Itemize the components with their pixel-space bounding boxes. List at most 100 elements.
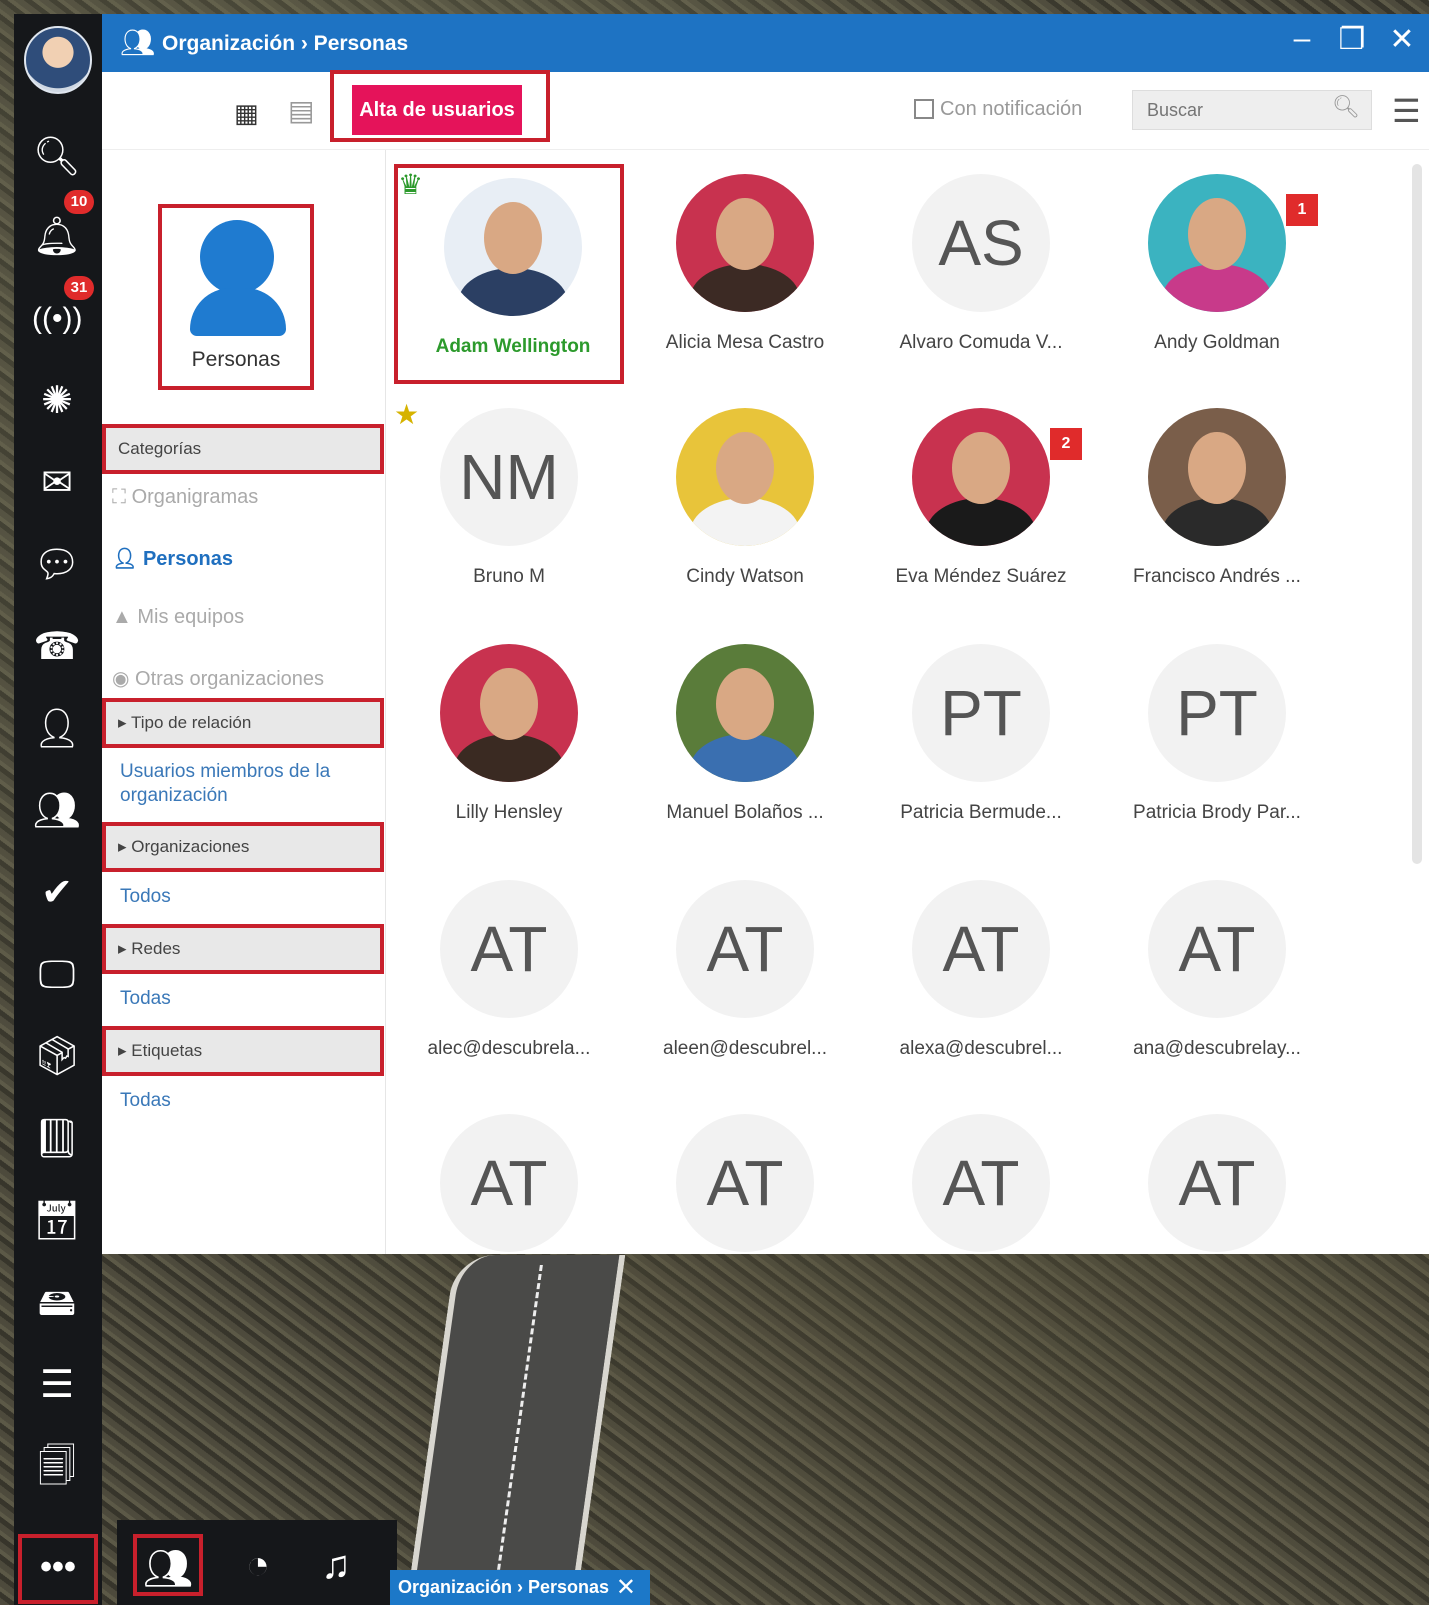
grid-view-icon[interactable]: ▦ <box>234 98 259 129</box>
nav-organigramas[interactable]: ⛶ Organigramas <box>112 486 258 509</box>
maximize-button[interactable]: ❐ <box>1332 22 1372 57</box>
person-card[interactable]: Eva Méndez Suárez 2 <box>866 398 1096 618</box>
person-card[interactable]: AT <box>394 1104 624 1254</box>
personas-window: 👥︎ Organización › Personas – ❐ ✕ ▦ ▤ Alt… <box>102 14 1429 1254</box>
minimize-button[interactable]: – <box>1282 22 1322 56</box>
person-card[interactable]: AT <box>866 1104 1096 1254</box>
avatar: PT <box>1148 644 1286 782</box>
music-icon[interactable]: ♫ <box>301 1534 371 1596</box>
person-icon <box>200 220 274 294</box>
person-name: Patricia Bermude... <box>900 802 1062 823</box>
tags-header[interactable]: ▸ Etiquetas <box>102 1026 384 1076</box>
scrollbar[interactable] <box>1412 164 1422 864</box>
avatar-face <box>1188 198 1246 270</box>
bell-icon[interactable]: 🔔︎ <box>32 212 82 262</box>
person-card[interactable]: AT alexa@descubrel... <box>866 870 1096 1090</box>
person-name: aleen@descubrel... <box>663 1038 827 1059</box>
relation-type-label: Tipo de relación <box>130 713 252 732</box>
broadcast-icon[interactable]: ((•)) <box>32 294 82 344</box>
window-titlebar[interactable]: 👥︎ Organización › Personas – ❐ ✕ <box>102 14 1429 72</box>
documents-icon[interactable]: 🗐 <box>32 1442 82 1492</box>
more-button[interactable]: ••• <box>18 1534 98 1604</box>
menu-icon[interactable]: ☰ <box>1392 92 1421 130</box>
network-icon[interactable]: ✺ <box>32 376 82 426</box>
organizations-header[interactable]: ▸ Organizaciones <box>102 822 384 872</box>
person-card[interactable]: AT alec@descubrela... <box>394 870 624 1090</box>
person-card[interactable]: Cindy Watson <box>630 398 860 618</box>
avatar-body <box>1162 264 1272 312</box>
organizations-value[interactable]: Todos <box>120 886 171 908</box>
close-button[interactable]: ✕ <box>1382 22 1422 57</box>
people-icon: 👥︎ <box>120 27 156 58</box>
avatar-face <box>484 202 542 274</box>
alta-usuarios-button[interactable]: Alta de usuarios <box>352 85 522 135</box>
open-window-tab[interactable]: Organización › Personas ✕ <box>390 1570 650 1605</box>
person-name: Alvaro Comuda V... <box>899 332 1063 353</box>
nav-otras-organizaciones[interactable]: ◉ Otras organizaciones <box>112 666 324 691</box>
support-agent-icon[interactable]: 👤︎ <box>32 704 82 754</box>
person-card[interactable]: NM Bruno M ★ <box>394 398 624 618</box>
person-name: Bruno M <box>473 566 545 587</box>
user-avatar[interactable] <box>24 26 92 94</box>
person-name: Lilly Hensley <box>455 802 563 823</box>
relation-type-header[interactable]: ▸ Tipo de relación <box>102 698 384 748</box>
people-grid: Adam Wellington ♛ Alicia Mesa Castro AS Alva… <box>386 150 1426 1254</box>
nav-otras-label: Otras organizaciones <box>135 668 324 690</box>
avatar: AT <box>912 880 1050 1018</box>
open-window-tab-label: Organización › Personas <box>398 1577 610 1597</box>
search-icon[interactable]: 🔍︎ <box>32 132 82 182</box>
person-card[interactable]: PT Patricia Bermude... <box>866 634 1096 854</box>
avatar <box>1148 174 1286 312</box>
person-card[interactable]: PT Patricia Brody Par... <box>1102 634 1332 854</box>
mail-icon[interactable]: ✉ <box>32 458 82 508</box>
personas-tile[interactable]: Personas <box>158 204 314 390</box>
avatar <box>676 174 814 312</box>
book-icon[interactable]: 📕︎ <box>32 1114 82 1164</box>
dashboard-icon[interactable]: ◔ <box>223 1534 293 1596</box>
person-card[interactable]: Manuel Bolaños ... <box>630 634 860 854</box>
table-view-icon[interactable]: ▤ <box>288 94 314 127</box>
networks-header[interactable]: ▸ Redes <box>102 924 384 974</box>
relation-type-value[interactable]: Usuarios miembros de la organización <box>120 760 370 808</box>
networks-label: Redes <box>131 939 181 958</box>
app-tray: 👥︎ ◔ ♫ <box>117 1520 397 1605</box>
avatar: AS <box>912 174 1050 312</box>
person-card[interactable]: AT ana@descubrelay... <box>1102 870 1332 1090</box>
nav-personas-label: Personas <box>142 548 234 570</box>
phone-icon[interactable]: ☎ <box>32 622 82 672</box>
networks-value[interactable]: Todas <box>120 988 171 1010</box>
person-card[interactable]: Adam Wellington ♛ <box>394 164 624 384</box>
nav-organigramas-label: Organigramas <box>131 486 259 508</box>
avatar-face <box>1188 432 1246 504</box>
avatar: NM <box>440 408 578 546</box>
broadcast-badge: 31 <box>64 276 94 300</box>
nav-personas[interactable]: 👤︎ Personas <box>112 546 233 571</box>
person-card[interactable]: Francisco Andrés ... <box>1102 398 1332 618</box>
star-icon: ★ <box>394 399 420 430</box>
toolbar: ▦ ▤ Alta de usuarios Con notificación 🔍︎… <box>102 70 1429 150</box>
chat-icon[interactable]: 💬︎ <box>32 540 82 590</box>
check-icon[interactable]: ✔ <box>32 868 82 918</box>
presentation-icon[interactable]: 🖵︎ <box>32 950 82 1000</box>
person-name: ana@descubrelay... <box>1133 1038 1301 1059</box>
search-icon[interactable]: 🔍︎ <box>1332 94 1360 120</box>
notification-checkbox[interactable] <box>914 99 934 119</box>
calendar-icon[interactable]: 📅︎ <box>32 1196 82 1246</box>
person-card[interactable]: AS Alvaro Comuda V... <box>866 164 1096 384</box>
contacts-icon[interactable]: 👥︎ <box>32 786 82 836</box>
avatar: AT <box>440 1114 578 1252</box>
list-icon[interactable]: ☰ <box>32 1360 82 1410</box>
tags-value[interactable]: Todas <box>120 1090 171 1112</box>
person-card[interactable]: Andy Goldman 1 <box>1102 164 1332 384</box>
person-card[interactable]: AT <box>630 1104 860 1254</box>
people-app-icon[interactable]: 👥︎ <box>133 1534 203 1596</box>
person-card[interactable]: Alicia Mesa Castro <box>630 164 860 384</box>
person-name: Francisco Andrés ... <box>1133 566 1301 587</box>
person-card[interactable]: Lilly Hensley <box>394 634 624 854</box>
drive-icon[interactable]: 🖴 <box>32 1278 82 1328</box>
person-card[interactable]: AT <box>1102 1104 1332 1254</box>
nav-mis-equipos[interactable]: ▲ Mis equipos <box>112 606 244 629</box>
close-icon[interactable]: ✕ <box>616 1570 636 1605</box>
box-icon[interactable]: 📦︎ <box>32 1032 82 1082</box>
person-card[interactable]: AT aleen@descubrel... <box>630 870 860 1090</box>
